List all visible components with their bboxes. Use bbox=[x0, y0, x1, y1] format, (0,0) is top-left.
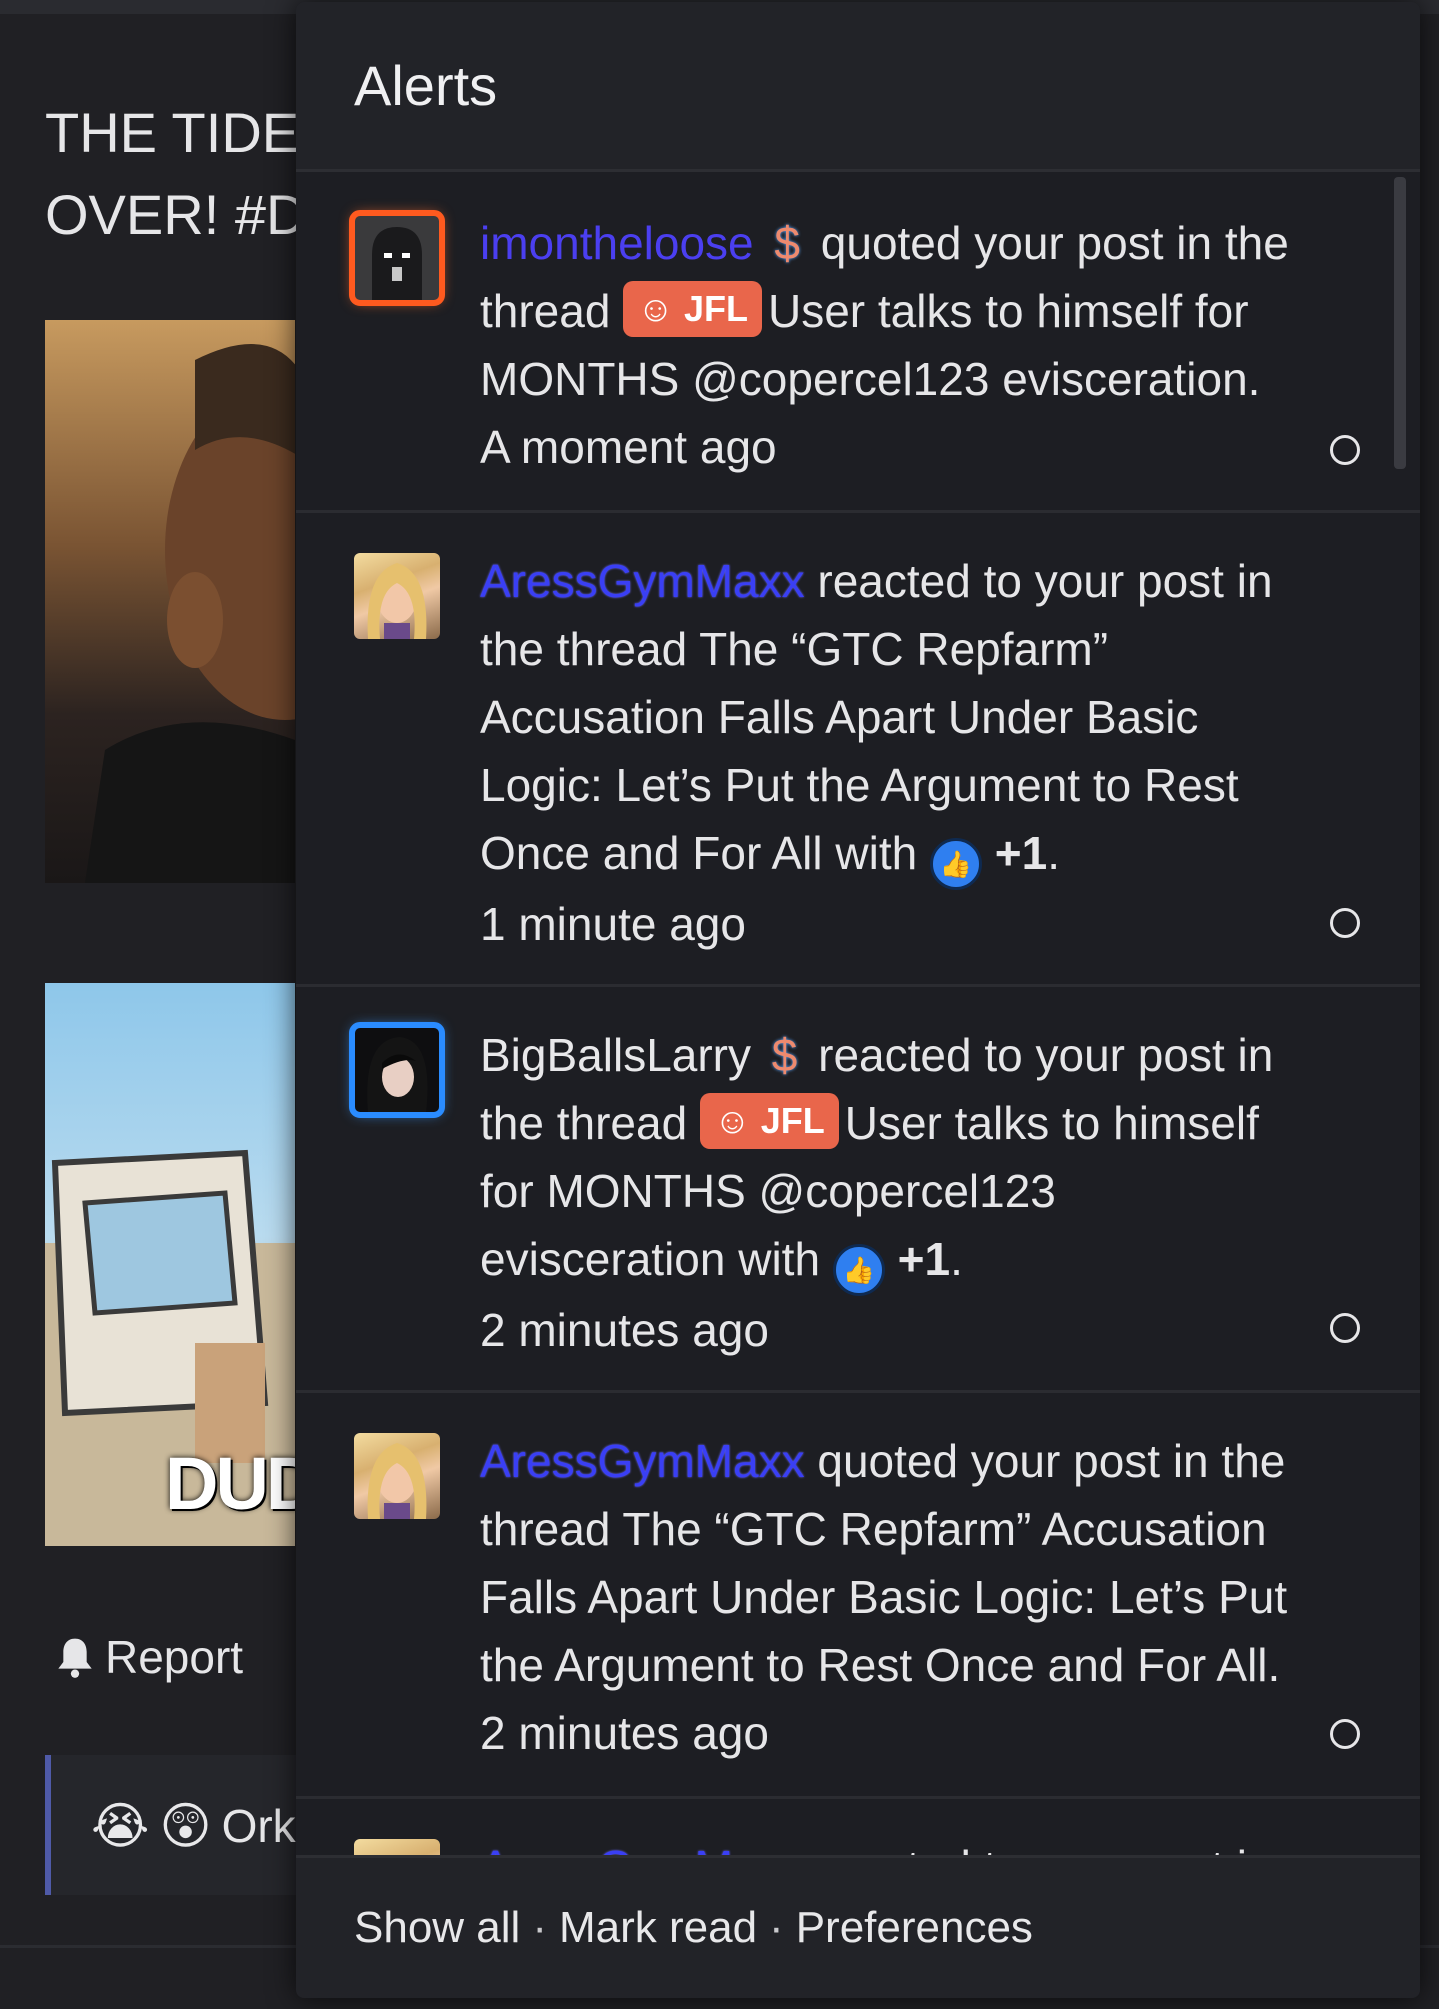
alert-username-link[interactable]: BigBallsLarry bbox=[480, 1029, 751, 1081]
alert-time: 1 minute ago bbox=[480, 898, 746, 950]
with-text: with bbox=[835, 827, 918, 879]
crying-emoji-icon: 😭 bbox=[91, 1798, 150, 1854]
alert-item[interactable]: AressGymMaxx reacted to your post in bbox=[296, 1799, 1420, 1860]
premium-dollar-icon: $ bbox=[774, 217, 800, 269]
thumbs-up-icon: 👍 bbox=[832, 1244, 885, 1296]
preferences-link[interactable]: Preferences bbox=[796, 1903, 1033, 1953]
alert-item[interactable]: AressGymMaxx reacted to your post in the… bbox=[296, 513, 1420, 987]
meme-caption: DUDE bbox=[165, 1442, 295, 1525]
report-label: Report bbox=[105, 1631, 244, 1683]
reaction-label: +1 bbox=[994, 827, 1048, 879]
blonde-avatar-image bbox=[367, 1443, 427, 1519]
alert-time: 2 minutes ago bbox=[480, 1707, 769, 1759]
post-title-line-1: THE TIDES bbox=[45, 101, 305, 164]
alerts-footer: Show all · Mark read · Preferences bbox=[296, 1855, 1420, 1998]
mark-read-toggle[interactable] bbox=[1330, 435, 1360, 465]
avatar[interactable] bbox=[349, 1022, 445, 1118]
alerts-panel: Alerts imontheloose $ quoted your post i… bbox=[296, 2, 1420, 1998]
alert-username-link[interactable]: imontheloose bbox=[480, 217, 754, 269]
alert-item[interactable]: AressGymMaxx quoted your post in the thr… bbox=[296, 1393, 1420, 1799]
alert-time: A moment ago bbox=[480, 421, 777, 473]
alert-time: 2 minutes ago bbox=[480, 1304, 769, 1356]
background-post-title: THE TIDES OVER! #DI bbox=[45, 92, 305, 256]
thread-prefix-tag[interactable]: ☺ JFL bbox=[699, 1093, 839, 1149]
alerts-header: Alerts bbox=[296, 2, 1420, 172]
thumbs-up-icon: 👍 bbox=[930, 838, 982, 890]
post-image-portrait[interactable] bbox=[45, 320, 295, 883]
avatar[interactable] bbox=[354, 553, 440, 639]
mark-read-toggle[interactable] bbox=[1330, 1719, 1360, 1749]
shocked-emoji-icon: 😲 bbox=[159, 1798, 212, 1854]
laugh-icon: ☺ bbox=[637, 288, 674, 329]
dark-hair-avatar-image bbox=[354, 1027, 440, 1113]
post-title-line-2: OVER! #DI bbox=[45, 183, 305, 246]
tag-label: JFL bbox=[760, 1100, 825, 1141]
reactions-summary-bar[interactable]: 😭 😲 Ork bbox=[45, 1755, 311, 1895]
alerts-title: Alerts bbox=[354, 54, 498, 117]
portrait-illustration bbox=[85, 344, 295, 883]
alert-username-link[interactable]: AressGymMaxx bbox=[480, 555, 805, 607]
avatar[interactable] bbox=[354, 1433, 440, 1519]
masked-avatar-image bbox=[354, 215, 440, 301]
tag-label: JFL bbox=[683, 288, 748, 329]
reaction-label: +1 bbox=[897, 1233, 951, 1285]
thread-prefix-tag[interactable]: ☺ JFL bbox=[623, 281, 762, 337]
alert-item[interactable]: imontheloose $ quoted your post in the t… bbox=[296, 175, 1420, 513]
premium-dollar-icon: $ bbox=[771, 1029, 798, 1081]
alerts-list: imontheloose $ quoted your post in the t… bbox=[296, 175, 1420, 1860]
reactions-users-text: Ork bbox=[221, 1800, 296, 1852]
separator: · bbox=[769, 1903, 784, 1952]
alert-username-link[interactable]: AressGymMaxx bbox=[480, 1435, 805, 1487]
alert-item[interactable]: BigBallsLarry $ reacted to your post in … bbox=[296, 987, 1420, 1393]
laugh-icon: ☺ bbox=[713, 1100, 751, 1141]
mark-read-link[interactable]: Mark read bbox=[559, 1903, 757, 1953]
sentence-end: . bbox=[1047, 827, 1061, 879]
report-button[interactable]: Report bbox=[55, 1630, 243, 1684]
separator: · bbox=[532, 1903, 547, 1952]
mark-read-toggle[interactable] bbox=[1330, 908, 1360, 938]
sentence-end: . bbox=[950, 1233, 963, 1285]
blonde-avatar-image bbox=[367, 563, 427, 639]
post-image-car-meme[interactable]: DUDE bbox=[45, 983, 295, 1546]
bell-icon bbox=[58, 1638, 92, 1678]
with-text: with bbox=[738, 1233, 821, 1285]
avatar[interactable] bbox=[349, 210, 445, 306]
show-all-link[interactable]: Show all bbox=[354, 1903, 520, 1953]
mark-read-toggle[interactable] bbox=[1330, 1313, 1360, 1343]
